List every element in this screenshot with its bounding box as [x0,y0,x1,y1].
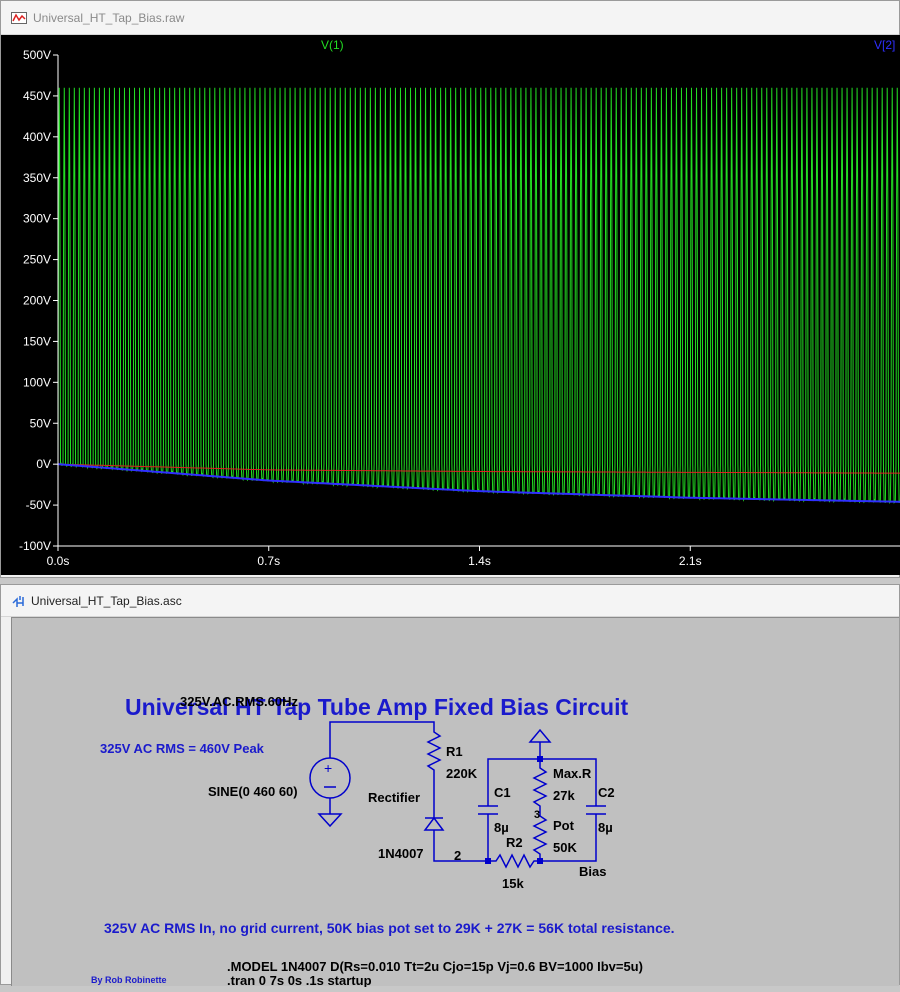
r1-value: 220K [446,766,478,781]
x-tick-label: 2.1s [679,554,702,568]
trace-v1 [57,87,900,505]
schematic-window-title: Universal_HT_Tap_Bias.asc [31,593,182,608]
y-tick-label: 450V [23,89,51,103]
c1-name: C1 [494,785,511,800]
ground-symbol-top [528,728,552,743]
schematic-window[interactable]: Universal_HT_Tap_Bias.asc Universal HT T… [0,584,900,988]
capacitor-c2[interactable] [586,805,606,815]
y-tick-label: -50V [26,498,51,512]
rectifier-label: Rectifier [368,790,420,805]
waveform-titlebar[interactable]: Universal_HT_Tap_Bias.raw [1,1,899,35]
plus-sign: + [324,760,332,776]
y-tick-label: 350V [23,171,51,185]
y-tick-label: 100V [23,375,51,389]
maxr-name: Max.R [553,766,592,781]
y-tick-label: 0V [36,457,51,471]
maxr-value: 27k [553,788,575,803]
schematic-canvas[interactable]: Universal HT Tap Tube Amp Fixed Bias Cir… [11,617,900,988]
r2-value: 15k [502,876,524,891]
capacitor-c1[interactable] [478,805,498,815]
diode-model-label: 1N4007 [378,846,424,861]
source-label: 325V.AC.RMS.60Hz [180,694,299,709]
sine-spec: SINE(0 460 60) [208,784,298,799]
pot-value: 50K [553,840,577,855]
schematic-svg[interactable]: Universal HT Tap Tube Amp Fixed Bias Cir… [12,618,900,988]
junction-left [485,858,491,864]
ground-symbol-source [317,813,343,828]
r1-name: R1 [446,744,463,759]
c2-value: 8µ [598,820,613,835]
resistor-r2[interactable] [488,853,540,869]
c2-name: C2 [598,785,615,800]
model-directive[interactable]: .MODEL 1N4007 D(Rs=0.010 Tt=2u Cjo=15p V… [227,959,643,974]
c1-value: 8µ [494,820,509,835]
schematic-titlebar[interactable]: Universal_HT_Tap_Bias.asc [1,585,899,617]
wire-source-r1 [329,721,435,758]
y-tick-label: 250V [23,253,51,267]
y-tick-label: 400V [23,130,51,144]
trace-label-v1[interactable]: V(1) [321,38,344,52]
y-tick-label: 500V [23,48,51,62]
schematic-icon [12,595,24,607]
y-tick-label: 150V [23,334,51,348]
y-tick-label: -100V [19,539,51,553]
x-tick-label: 1.4s [468,554,491,568]
voltage-source[interactable]: + [309,757,351,799]
waveform-plot-svg[interactable]: 500V 450V 400V 350V 300V 250V 200V 150V 100V 50V 0… [1,35,900,575]
trace-label-v2[interactable]: V[2] [874,38,895,52]
y-tick-label: 200V [23,294,51,308]
circuit-description: 325V AC RMS In, no grid current, 50K bia… [104,920,675,936]
source-note: 325V AC RMS = 460V Peak [100,741,265,756]
pot-pin-label: 3 [534,809,540,821]
y-tick-label: 300V [23,212,51,226]
r2-name: R2 [506,835,523,850]
x-tick-label: 0.0s [47,554,70,568]
junction-bias [537,858,543,864]
waveform-window-title: Universal_HT_Tap_Bias.raw [33,10,185,25]
bias-label: Bias [579,864,606,879]
x-tick-label: 0.7s [257,554,280,568]
y-tick-label: 50V [30,416,51,430]
pot-name: Pot [553,818,575,833]
waveform-plot[interactable]: 500V 450V 400V 350V 300V 250V 200V 150V 100V 50V 0… [1,35,900,575]
resistor-r1[interactable] [426,728,442,794]
author-label: By Rob Robinette [91,975,167,985]
waveform-window[interactable]: Universal_HT_Tap_Bias.raw 500V 450V 400V 35… [0,0,900,578]
node-2-label: 2 [454,848,461,863]
waveform-icon [11,11,27,24]
